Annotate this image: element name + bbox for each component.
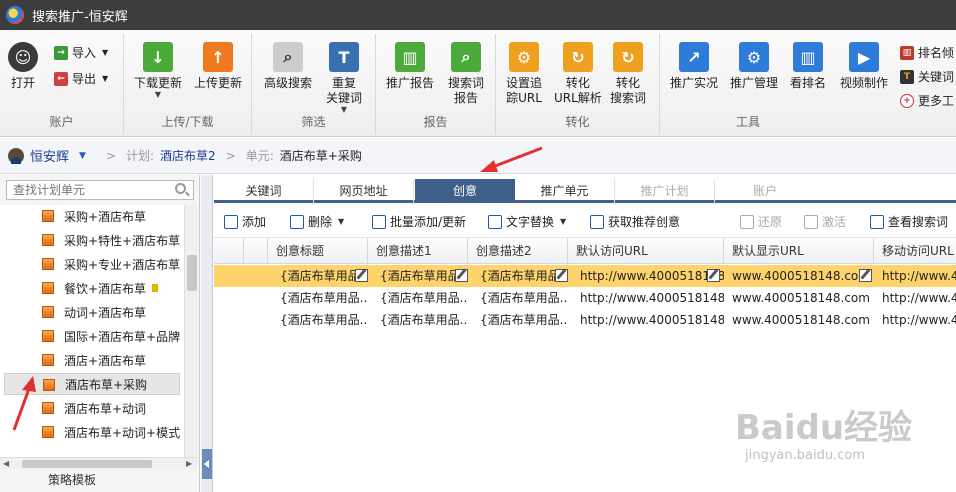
arrow-head: [22, 376, 36, 392]
arrow-line: [489, 146, 543, 170]
watermark-url: jingyan.baidu.com: [745, 448, 865, 463]
annotation-arrow-tree: [12, 376, 36, 431]
arrow-head: [480, 160, 498, 172]
watermark-brand: Baidu经验: [735, 408, 913, 448]
annotation-arrow-tab: [480, 146, 543, 172]
arrow-line: [12, 385, 32, 431]
